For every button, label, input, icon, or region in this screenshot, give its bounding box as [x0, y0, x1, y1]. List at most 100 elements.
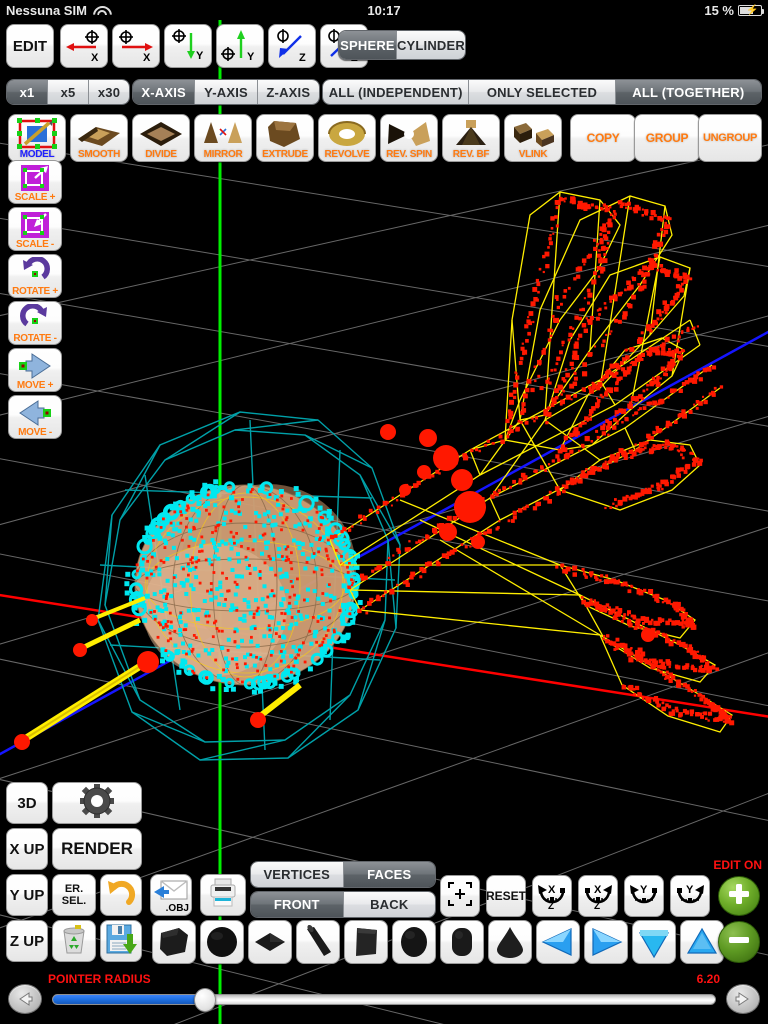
undo-button[interactable] [100, 874, 142, 916]
step-x5[interactable]: x5 [48, 80, 89, 104]
tool-copy-button[interactable]: COPY [570, 114, 636, 162]
primitive-mode-cylinder[interactable]: CYLINDER [396, 31, 465, 59]
primitive-cone-button[interactable] [488, 920, 532, 964]
scope-all-independent[interactable]: ALL (INDEPENDENT) [323, 80, 470, 104]
move-minus-x-button[interactable]: X [60, 24, 108, 68]
scope-selector-segmented[interactable]: ALL (INDEPENDENT) ONLY SELECTED ALL (TOG… [322, 79, 762, 105]
tool-divide-button[interactable]: DIVIDE [132, 114, 190, 162]
step-x30[interactable]: x30 [89, 80, 129, 104]
reset-button[interactable]: RESET [486, 875, 526, 917]
print-button[interactable] [200, 874, 246, 916]
primitive-diamond-button[interactable] [248, 920, 292, 964]
tool-extrude-button[interactable]: EXTRUDE [256, 114, 314, 162]
move-plus-x-button[interactable]: X [112, 24, 160, 68]
tool-ungroup-button[interactable]: UNGROUP [698, 114, 762, 162]
tool-group-label: GROUP [645, 131, 689, 145]
move-plus-y-button[interactable]: Y [216, 24, 264, 68]
add-button[interactable] [718, 876, 760, 916]
step-x1[interactable]: x1 [7, 80, 48, 104]
axis-x[interactable]: X-AXIS [133, 80, 196, 104]
axis-selector-segmented[interactable]: X-AXIS Y-AXIS Z-AXIS [132, 79, 320, 105]
tool-revolve-label: REVOLVE [324, 149, 370, 160]
scope-all-together[interactable]: ALL (TOGETHER) [615, 80, 761, 104]
svg-text:Z: Z [548, 901, 554, 912]
erase-selection-button[interactable]: ER. SEL. [52, 874, 96, 916]
primitive-arrow-right-button[interactable] [584, 920, 628, 964]
face-side-segmented[interactable]: FRONT BACK [250, 891, 436, 918]
sidebar-rotate-plus-label: ROTATE + [12, 286, 58, 297]
primitive-ellipsoid-button[interactable] [392, 920, 436, 964]
x-up-button[interactable]: X UP [6, 828, 48, 870]
y-up-button[interactable]: Y UP [6, 874, 48, 916]
primitive-arrow-down-button[interactable] [632, 920, 676, 964]
move-minus-y-button[interactable]: Y [164, 24, 212, 68]
primitive-mode-segmented[interactable]: SPHERE CYLINDER [338, 30, 466, 60]
step-multiplier-segmented[interactable]: x1 x5 x30 [6, 79, 130, 105]
display-mode-segmented[interactable]: VERTICES FACES [250, 861, 436, 888]
slider-prev-button[interactable] [8, 984, 42, 1014]
display-mode-vertices[interactable]: VERTICES [251, 862, 344, 887]
tool-model-button[interactable]: MODEL [8, 114, 66, 162]
face-side-front[interactable]: FRONT [251, 892, 344, 917]
status-bar: Nessuna SIM 10:17 15 % ⚡ [0, 0, 768, 20]
scope-only-selected[interactable]: ONLY SELECTED [469, 80, 616, 104]
tool-vlink-button[interactable]: VLINK [504, 114, 562, 162]
sidebar-rotate-minus-button[interactable]: ROTATE - [8, 301, 62, 345]
revolve-torus-icon [319, 117, 375, 151]
tool-rev-bf-button[interactable]: REV. BF [442, 114, 500, 162]
pointer-radius-slider-knob[interactable] [194, 988, 217, 1012]
svg-text:Z: Z [299, 52, 306, 64]
axis-z[interactable]: Z-AXIS [257, 80, 319, 104]
divide-grid-icon [133, 117, 189, 151]
move-plus-icon [9, 350, 61, 382]
sidebar-move-plus-button[interactable]: MOVE + [8, 348, 62, 392]
rotate-y-cw-button[interactable]: Y [670, 875, 710, 917]
display-mode-faces[interactable]: FACES [343, 862, 435, 887]
ellipsoid-icon [401, 927, 427, 957]
sidebar-move-minus-button[interactable]: MOVE - [8, 395, 62, 439]
delete-button[interactable] [52, 920, 96, 962]
edit-button[interactable]: EDIT [6, 24, 54, 68]
render-button[interactable]: RENDER [52, 828, 142, 870]
tool-group-button[interactable]: GROUP [634, 114, 700, 162]
edit-status-label: EDIT ON [713, 858, 762, 872]
sidebar-rotate-plus-button[interactable]: ROTATE + [8, 254, 62, 298]
sidebar-scale-minus-button[interactable]: SCALE - [8, 207, 62, 251]
slider-next-button[interactable] [726, 984, 760, 1014]
rotate-xz-cw-icon: X Z [585, 884, 612, 912]
printer-icon [207, 877, 239, 913]
fit-to-screen-button[interactable] [440, 875, 480, 917]
primitive-box-button[interactable] [344, 920, 388, 964]
rotate-xz-cw-button[interactable]: X Z [578, 875, 618, 917]
battery-charging-icon: ⚡ [738, 4, 764, 16]
move-minus-z-button[interactable]: Z [268, 24, 316, 68]
rotate-y-ccw-button[interactable]: Y [624, 875, 664, 917]
tool-rev-spin-button[interactable]: REV. SPIN [380, 114, 438, 162]
svg-text:Z: Z [594, 901, 600, 912]
sidebar-scale-plus-label: SCALE + [14, 192, 56, 203]
svg-text:X: X [91, 52, 99, 64]
sidebar-scale-minus-label: SCALE - [16, 239, 54, 250]
primitive-cylinder-button[interactable] [296, 920, 340, 964]
axis-y[interactable]: Y-AXIS [195, 80, 258, 104]
view-3d-button[interactable]: 3D [6, 782, 48, 824]
settings-button[interactable] [52, 782, 142, 824]
sidebar-scale-plus-button[interactable]: SCALE + [8, 160, 62, 204]
primitive-cube-button[interactable] [152, 920, 196, 964]
primitive-rounded-box-button[interactable] [440, 920, 484, 964]
rotate-y-cw-icon: Y [677, 884, 704, 904]
primitive-mode-sphere[interactable]: SPHERE [339, 31, 397, 59]
tool-revolve-button[interactable]: REVOLVE [318, 114, 376, 162]
pointer-radius-slider-track[interactable] [52, 988, 716, 1012]
export-obj-button[interactable]: .OBJ [150, 874, 192, 916]
primitive-arrow-left-button[interactable] [536, 920, 580, 964]
rounded-box-icon [452, 928, 472, 956]
z-up-button[interactable]: Z UP [6, 920, 48, 962]
tool-smooth-button[interactable]: SMOOTH [70, 114, 128, 162]
primitive-sphere-button[interactable] [200, 920, 244, 964]
save-button[interactable] [100, 920, 142, 962]
face-side-back[interactable]: BACK [343, 892, 435, 917]
remove-button[interactable] [718, 921, 760, 963]
rotate-xz-ccw-button[interactable]: X Z [532, 875, 572, 917]
tool-mirror-button[interactable]: MIRROR [194, 114, 252, 162]
